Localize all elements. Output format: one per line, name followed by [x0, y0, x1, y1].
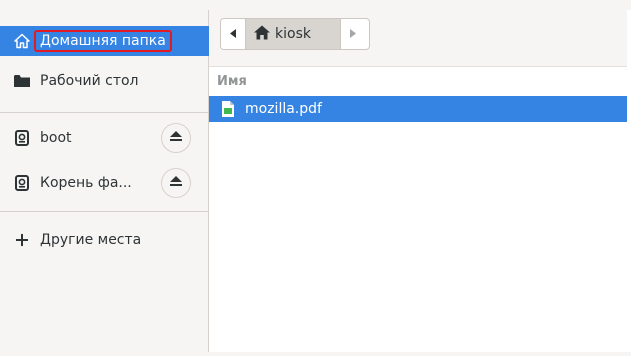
column-header-name[interactable]: Имя [209, 67, 627, 95]
sidebar-item-other-locations[interactable]: Другие места [0, 225, 209, 255]
sidebar-item-label: Домашняя папка [34, 30, 172, 52]
path-back-button[interactable] [221, 19, 245, 49]
chevron-left-icon [230, 26, 236, 42]
eject-icon [170, 175, 182, 191]
chevron-right-icon [350, 26, 356, 42]
places-sidebar: Домашняя папка Рабочий стол boot Корень … [0, 10, 209, 352]
folder-icon [14, 73, 30, 89]
column-header-label: Имя [217, 73, 247, 89]
sidebar-item-desktop[interactable]: Рабочий стол [0, 66, 209, 96]
eject-icon [170, 130, 182, 146]
sidebar-item-label: Рабочий стол [40, 73, 139, 89]
file-view: kiosk Имя mozilla.pdf [209, 10, 627, 352]
drive-icon [14, 175, 30, 191]
window-bottom-strip [0, 352, 631, 356]
sidebar-item-label: boot [40, 130, 72, 146]
breadcrumb-home-button[interactable]: kiosk [245, 19, 341, 49]
sidebar-item-label: Другие места [40, 232, 142, 248]
window-top-strip [0, 0, 631, 10]
eject-button-boot[interactable] [161, 123, 191, 153]
window-right-edge [627, 10, 631, 352]
sidebar-separator [0, 211, 209, 212]
home-icon [254, 25, 270, 44]
file-row[interactable]: mozilla.pdf [209, 96, 627, 122]
drive-icon [14, 130, 30, 146]
breadcrumb: kiosk [220, 18, 370, 50]
sidebar-separator [0, 112, 209, 113]
path-forward-button[interactable] [341, 19, 365, 49]
breadcrumb-label: kiosk [275, 26, 311, 42]
sidebar-item-label: Корень фа... [40, 175, 132, 191]
file-name: mozilla.pdf [245, 101, 322, 117]
plus-icon [14, 232, 30, 248]
pdf-file-icon [221, 101, 235, 117]
eject-button-root[interactable] [161, 168, 191, 198]
home-icon [14, 33, 30, 49]
sidebar-item-home[interactable]: Домашняя папка [0, 26, 209, 56]
path-bar: kiosk [209, 10, 627, 67]
